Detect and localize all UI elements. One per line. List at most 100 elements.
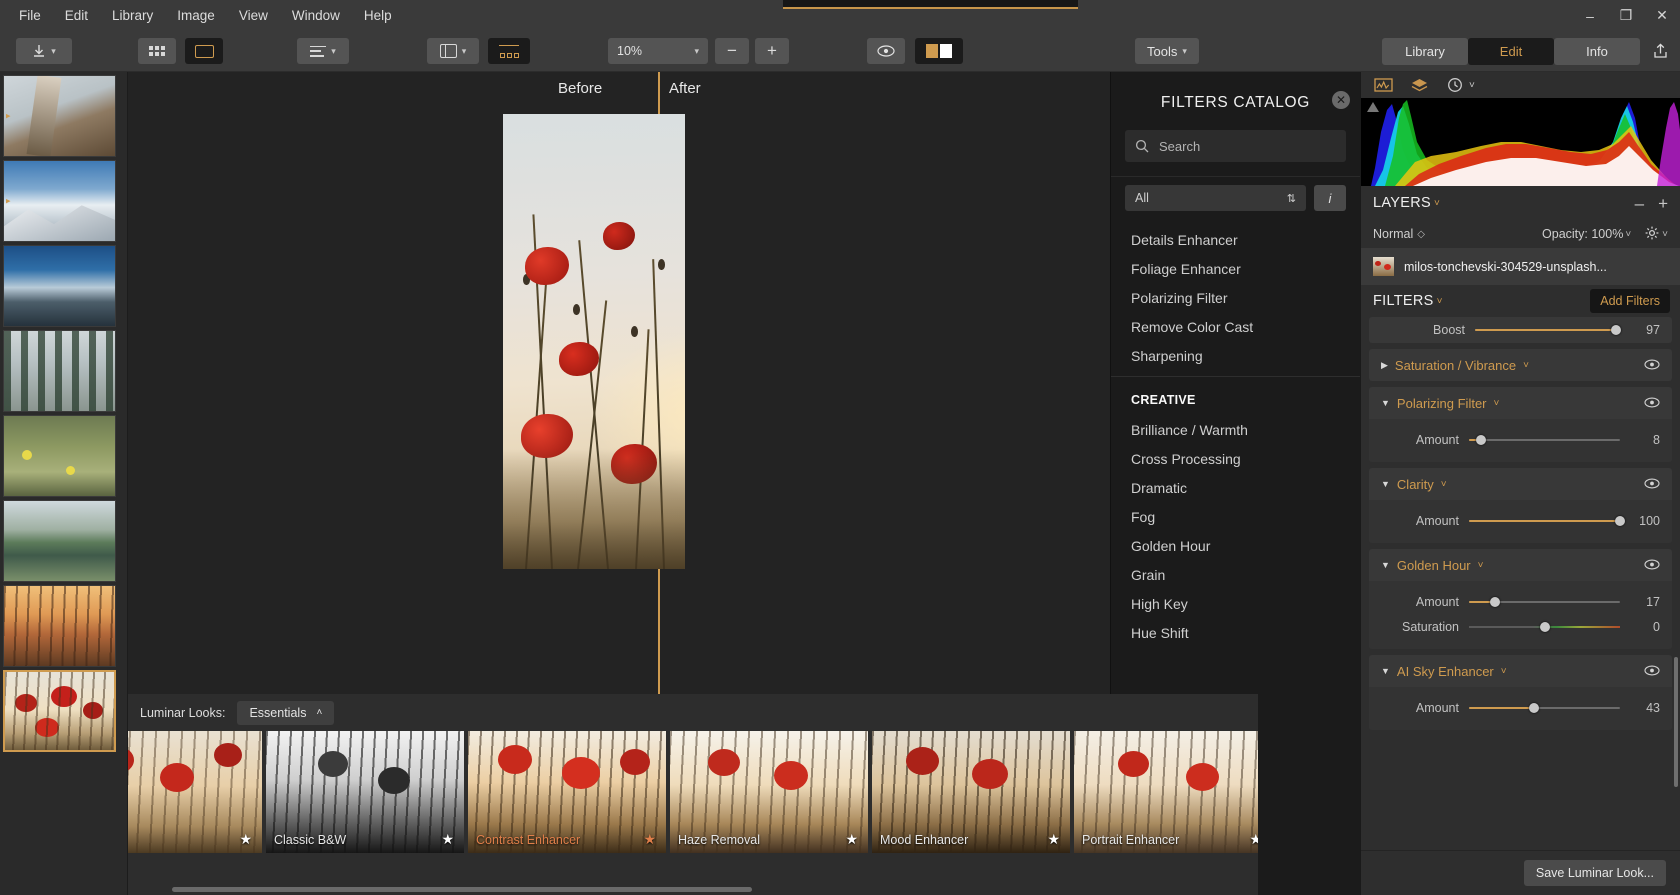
filmstrip-thumb-2[interactable]: ▸ <box>3 160 116 242</box>
look-item-3-active[interactable]: Contrast Enhancer ★ <box>468 731 666 853</box>
visibility-icon[interactable] <box>1644 558 1660 573</box>
menu-file[interactable]: File <box>8 4 52 27</box>
add-filters-button[interactable]: Add Filters <box>1590 289 1670 313</box>
filter-card-clarity[interactable]: ▼ Clarity ˅ Amount <box>1369 468 1672 543</box>
catalog-item-grain[interactable]: Grain <box>1111 560 1360 589</box>
preview-toggle-button[interactable] <box>867 38 905 64</box>
catalog-category-select[interactable]: All ⇅ <box>1125 185 1306 211</box>
gear-icon[interactable] <box>1645 226 1659 243</box>
zoom-in-button[interactable]: + <box>755 38 789 64</box>
layer-item[interactable]: milos-tonchevski-304529-unsplash... <box>1361 248 1680 285</box>
look-item-6[interactable]: Portrait Enhancer ★ <box>1074 731 1258 853</box>
filter-menu-chevron-icon[interactable]: ˅ <box>1441 479 1447 490</box>
zoom-select[interactable]: 10% ▾ <box>608 38 708 64</box>
boost-track[interactable] <box>1475 329 1620 331</box>
blend-mode-value[interactable]: Normal <box>1373 227 1413 241</box>
catalog-item-brilliance-warmth[interactable]: Brilliance / Warmth <box>1111 415 1360 444</box>
filter-menu-chevron-icon[interactable]: ˅ <box>1478 560 1484 571</box>
filmstrip-thumb-4[interactable] <box>3 330 116 412</box>
catalog-item-hue-shift[interactable]: Hue Shift <box>1111 618 1360 647</box>
catalog-item-dramatic[interactable]: Dramatic <box>1111 473 1360 502</box>
look-star-icon[interactable]: ★ <box>1047 831 1060 848</box>
catalog-item-golden-hour[interactable]: Golden Hour <box>1111 531 1360 560</box>
slider-track[interactable] <box>1469 626 1620 628</box>
search-input[interactable]: Search <box>1159 139 1200 154</box>
slider-amount[interactable]: Amount 100 <box>1381 508 1660 533</box>
slider-track[interactable] <box>1469 520 1620 522</box>
share-button[interactable] <box>1640 38 1680 65</box>
slider-amount[interactable]: Amount 43 <box>1381 695 1660 720</box>
slider-track[interactable] <box>1469 707 1620 709</box>
visibility-icon[interactable] <box>1644 396 1660 411</box>
maximize-button[interactable]: ❐ <box>1608 0 1644 31</box>
info-icon[interactable]: i <box>1314 185 1346 211</box>
slider-track[interactable] <box>1469 601 1620 603</box>
visibility-icon[interactable] <box>1644 664 1660 679</box>
visibility-icon[interactable] <box>1644 358 1660 373</box>
catalog-item-fog[interactable]: Fog <box>1111 502 1360 531</box>
slider-saturation[interactable]: Saturation 0 <box>1381 614 1660 639</box>
filter-header-ai-sky-enhancer[interactable]: ▼ AI Sky Enhancer ˅ <box>1369 655 1672 687</box>
compare-strip-button[interactable] <box>488 38 530 64</box>
tab-info[interactable]: Info <box>1554 38 1640 65</box>
blend-mode-chevron-icon[interactable]: ◇ <box>1417 229 1425 240</box>
remove-layer-button[interactable]: – <box>1635 195 1644 212</box>
before-after-button[interactable] <box>915 38 963 64</box>
filter-slider-boost[interactable]: Boost 97 <box>1369 317 1672 343</box>
history-chevron-icon[interactable]: ˅ <box>1469 80 1475 91</box>
close-button[interactable]: ✕ <box>1644 0 1680 31</box>
look-item-4[interactable]: Haze Removal ★ <box>670 731 868 853</box>
look-item-2[interactable]: Classic B&W ★ <box>266 731 464 853</box>
expand-caret-icon[interactable]: ▶ <box>1381 360 1388 371</box>
filters-list[interactable]: Boost 97 ▶ Saturation / Vibrance ˅ <box>1361 317 1680 850</box>
look-star-icon[interactable]: ★ <box>239 831 252 848</box>
sort-button[interactable]: ▾ <box>297 38 349 64</box>
look-star-icon[interactable]: ★ <box>1249 831 1258 848</box>
catalog-item-high-key[interactable]: High Key <box>1111 589 1360 618</box>
grid-view-button[interactable] <box>138 38 176 64</box>
looks-horizontal-scrollbar[interactable] <box>172 887 752 892</box>
menu-edit[interactable]: Edit <box>54 4 99 27</box>
collapse-caret-icon[interactable]: ▼ <box>1381 479 1390 489</box>
save-luminar-look-button[interactable]: Save Luminar Look... <box>1524 860 1666 886</box>
collapse-caret-icon[interactable]: ▼ <box>1381 560 1390 570</box>
filters-chevron-icon[interactable]: ˅ <box>1437 296 1443 307</box>
look-star-icon[interactable]: ★ <box>643 831 656 848</box>
add-layer-button[interactable]: + <box>1658 195 1668 212</box>
filter-card-polarizing-filter[interactable]: ▼ Polarizing Filter ˅ Amount <box>1369 387 1672 462</box>
tools-button[interactable]: Tools ▾ <box>1135 38 1199 64</box>
filter-card-saturation-vibrance[interactable]: ▶ Saturation / Vibrance ˅ <box>1369 349 1672 381</box>
opacity-value[interactable]: Opacity: 100% <box>1542 227 1623 241</box>
histogram-icon[interactable] <box>1373 77 1393 94</box>
layers-chevron-icon[interactable]: ˅ <box>1434 198 1440 209</box>
collapse-caret-icon[interactable]: ▼ <box>1381 666 1390 676</box>
panels-button[interactable]: ▾ <box>427 38 479 64</box>
catalog-search-box[interactable]: Search <box>1125 130 1346 162</box>
filter-header-polarizing-filter[interactable]: ▼ Polarizing Filter ˅ <box>1369 387 1672 419</box>
filter-menu-chevron-icon[interactable]: ˅ <box>1494 398 1500 409</box>
history-clock-icon[interactable] <box>1445 77 1465 94</box>
menu-library[interactable]: Library <box>101 4 164 27</box>
look-star-icon[interactable]: ★ <box>441 831 454 848</box>
looks-collection-select[interactable]: Essentials ˄ <box>237 701 334 725</box>
filter-header-clarity[interactable]: ▼ Clarity ˅ <box>1369 468 1672 500</box>
menu-help[interactable]: Help <box>353 4 403 27</box>
look-star-icon[interactable]: ★ <box>845 831 858 848</box>
filter-menu-chevron-icon[interactable]: ˅ <box>1523 360 1529 371</box>
luminar-looks-strip[interactable]: ancer ★ Classic B&W ★ Contrast Enhancer … <box>128 731 1258 895</box>
visibility-icon[interactable] <box>1644 477 1660 492</box>
filmstrip-thumb-3[interactable] <box>3 245 116 327</box>
menu-view[interactable]: View <box>228 4 279 27</box>
clipping-warning-icon[interactable] <box>1367 102 1379 112</box>
filmstrip[interactable]: ▸ ▸ <box>0 72 128 895</box>
minimize-button[interactable]: – <box>1572 0 1608 31</box>
histogram-display[interactable] <box>1361 98 1680 186</box>
filmstrip-thumb-5[interactable] <box>3 415 116 497</box>
filter-card-golden-hour[interactable]: ▼ Golden Hour ˅ Amount <box>1369 549 1672 649</box>
filmstrip-thumb-8-selected[interactable] <box>3 670 116 752</box>
look-item-1[interactable]: ancer ★ <box>128 731 262 853</box>
filmstrip-thumb-6[interactable] <box>3 500 116 582</box>
filter-header-saturation-vibrance[interactable]: ▶ Saturation / Vibrance ˅ <box>1369 349 1672 381</box>
slider-track[interactable] <box>1469 439 1620 441</box>
single-view-button[interactable] <box>185 38 223 64</box>
